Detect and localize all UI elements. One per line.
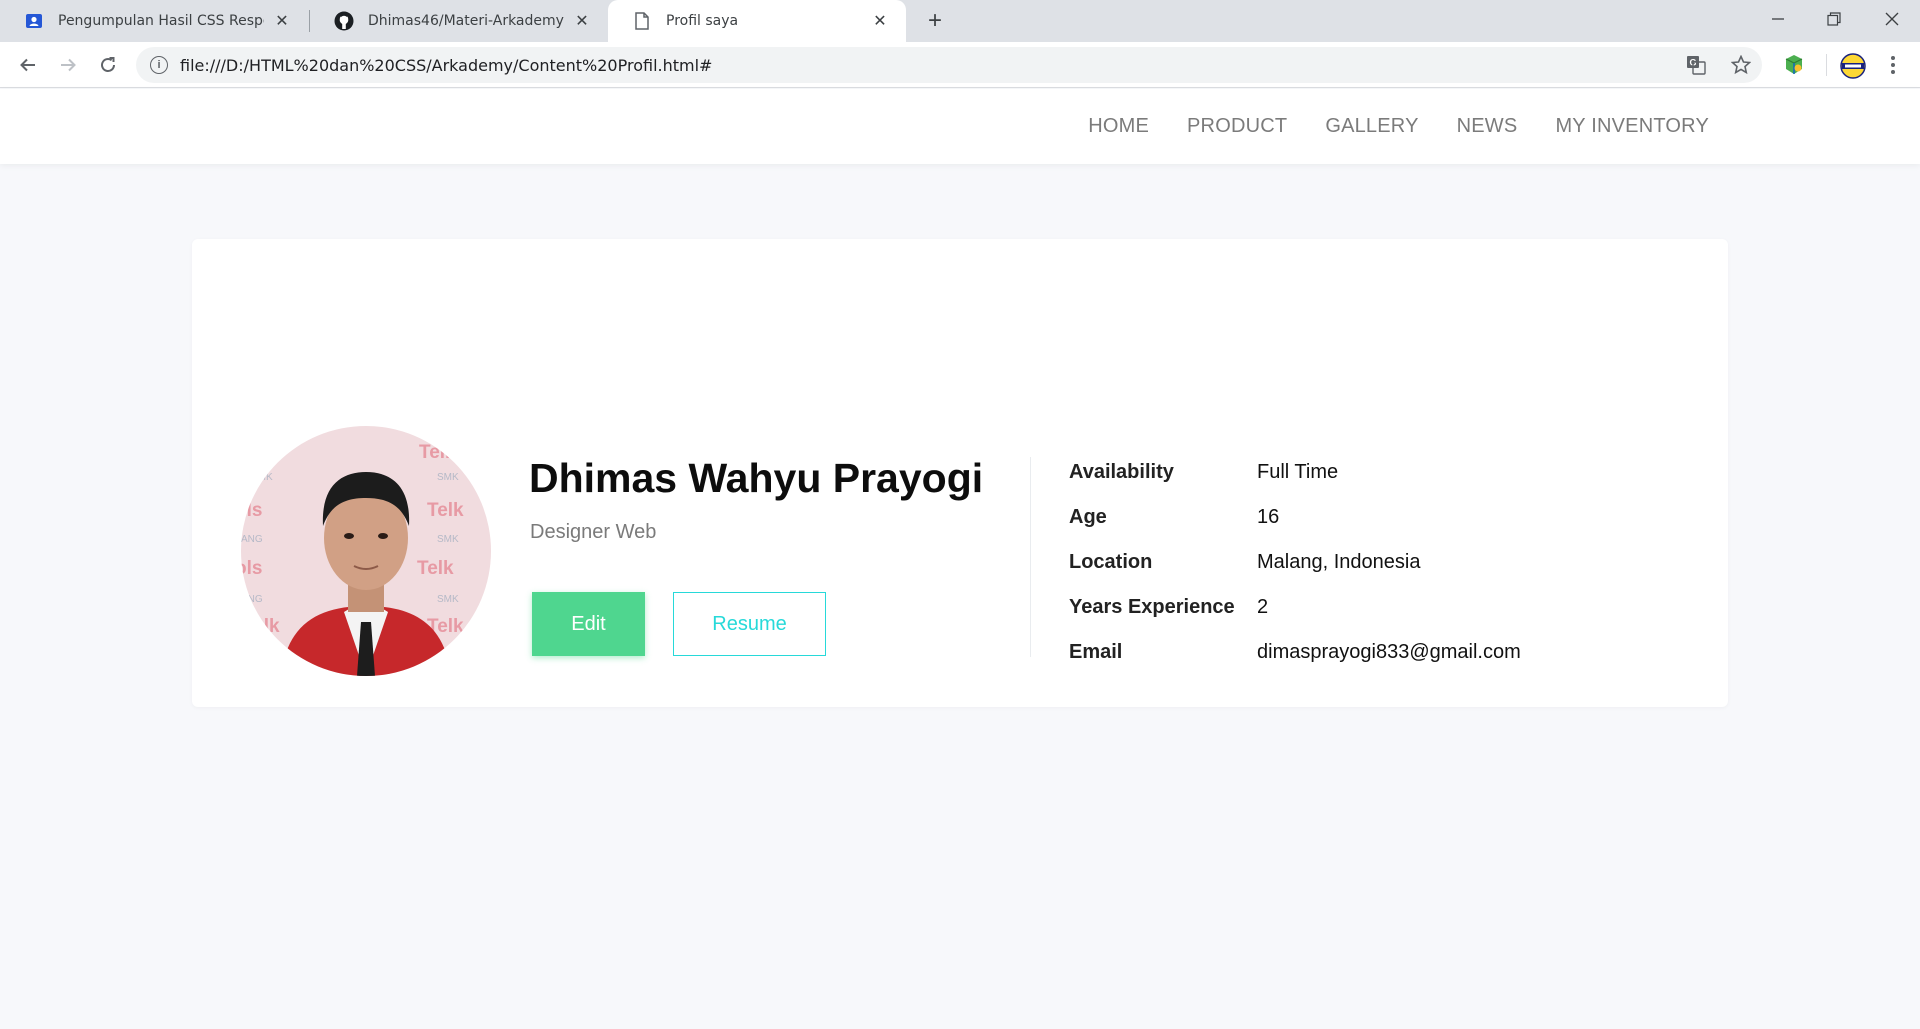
minimize-icon[interactable]	[1750, 0, 1806, 38]
github-icon	[334, 11, 354, 31]
nav-item-news[interactable]: NEWS	[1457, 115, 1518, 138]
back-arrow-icon[interactable]	[13, 50, 43, 80]
document-icon	[632, 11, 652, 31]
svg-text:ANG: ANG	[241, 534, 263, 545]
url-text: file:///D:/HTML%20dan%20CSS/Arkademy/Con…	[180, 55, 713, 75]
menu-kebab-icon[interactable]	[1880, 52, 1906, 78]
detail-row-age: Age 16	[1069, 495, 1521, 540]
google-forms-icon	[24, 11, 44, 31]
restore-icon[interactable]	[1806, 0, 1862, 38]
forward-arrow-icon[interactable]	[53, 50, 83, 80]
detail-row-experience: Years Experience 2	[1069, 585, 1521, 630]
detail-row-availability: Availability Full Time	[1069, 450, 1521, 495]
profile-details: Availability Full Time Age 16 Location M…	[1069, 450, 1521, 675]
svg-text:Telk: Telk	[419, 442, 456, 463]
detail-label: Location	[1069, 551, 1153, 573]
new-tab-icon[interactable]: +	[922, 7, 948, 34]
address-bar[interactable]: i file:///D:/HTML%20dan%20CSS/Arkademy/C…	[136, 47, 1762, 83]
profile-card: TelkTelk olsTelk olsTelk TelkTelk SMKSMK…	[192, 239, 1728, 707]
detail-value: Full Time	[1257, 461, 1339, 483]
svg-text:Telk: Telk	[243, 616, 280, 637]
svg-text:SMK: SMK	[437, 472, 459, 483]
tab-title: Profil saya	[666, 13, 739, 29]
detail-label: Availability	[1069, 461, 1174, 483]
extension-icon[interactable]	[1782, 53, 1806, 77]
site-info-icon[interactable]: i	[150, 56, 168, 74]
svg-text:SMK: SMK	[251, 472, 273, 483]
detail-row-email: Email dimasprayogi833@gmail.com	[1069, 630, 1521, 675]
close-tab-icon[interactable]: ✕	[870, 11, 890, 31]
svg-text:Telk: Telk	[417, 558, 454, 579]
detail-value: dimasprayogi833@gmail.com	[1257, 641, 1521, 663]
svg-text:ols: ols	[241, 500, 262, 521]
profile-name: Dhimas Wahyu Prayogi	[529, 455, 984, 501]
nav-menu: HOME PRODUCT GALLERY NEWS MY INVENTORY	[1050, 89, 1709, 164]
tab-github[interactable]: Dhimas46/Materi-Arkademy ✕	[310, 0, 608, 42]
browser-tabstrip: Pengumpulan Hasil CSS Responsi ✕ Dhimas4…	[0, 0, 1920, 42]
detail-label: Years Experience	[1069, 596, 1235, 618]
profile-photo: TelkTelk olsTelk olsTelk TelkTelk SMKSMK…	[241, 426, 491, 676]
detail-label: Age	[1069, 506, 1107, 528]
detail-value: 16	[1257, 506, 1280, 528]
close-tab-icon[interactable]: ✕	[572, 11, 592, 31]
svg-text:ols: ols	[241, 558, 262, 579]
vertical-divider	[1030, 457, 1031, 657]
site-navbar: HOME PRODUCT GALLERY NEWS MY INVENTORY	[0, 89, 1920, 164]
svg-text:Telk: Telk	[245, 442, 282, 463]
svg-text:SMK: SMK	[437, 594, 459, 605]
profile-avatar-icon[interactable]	[1840, 53, 1866, 79]
nav-item-my-inventory[interactable]: MY INVENTORY	[1555, 115, 1709, 138]
nav-item-product[interactable]: PRODUCT	[1187, 115, 1287, 138]
reload-icon[interactable]	[93, 50, 123, 80]
nav-item-gallery[interactable]: GALLERY	[1325, 115, 1418, 138]
tab-profil-saya[interactable]: Profil saya ✕	[608, 0, 906, 42]
browser-toolbar: i file:///D:/HTML%20dan%20CSS/Arkademy/C…	[0, 42, 1920, 88]
detail-row-location: Location Malang, Indonesia	[1069, 540, 1521, 585]
detail-value: Malang, Indonesia	[1257, 551, 1421, 573]
svg-text:Telk: Telk	[427, 500, 464, 521]
tab-pengumpulan[interactable]: Pengumpulan Hasil CSS Responsi ✕	[0, 0, 308, 42]
close-window-icon[interactable]	[1864, 0, 1920, 38]
bookmark-star-icon[interactable]	[1728, 52, 1754, 78]
translate-icon[interactable]: G	[1683, 52, 1709, 78]
profile-role: Designer Web	[530, 521, 657, 543]
toolbar-divider	[1826, 54, 1827, 76]
tab-title: Dhimas46/Materi-Arkademy	[368, 13, 564, 29]
detail-value: 2	[1257, 596, 1269, 618]
close-tab-icon[interactable]: ✕	[272, 11, 292, 31]
edit-button[interactable]: Edit	[532, 592, 645, 656]
nav-item-home[interactable]: HOME	[1088, 115, 1149, 138]
resume-button[interactable]: Resume	[673, 592, 826, 656]
svg-text:SMK: SMK	[437, 534, 459, 545]
tab-title: Pengumpulan Hasil CSS Responsi	[58, 13, 264, 29]
detail-label: Email	[1069, 641, 1123, 663]
svg-text:ANG: ANG	[241, 594, 263, 605]
